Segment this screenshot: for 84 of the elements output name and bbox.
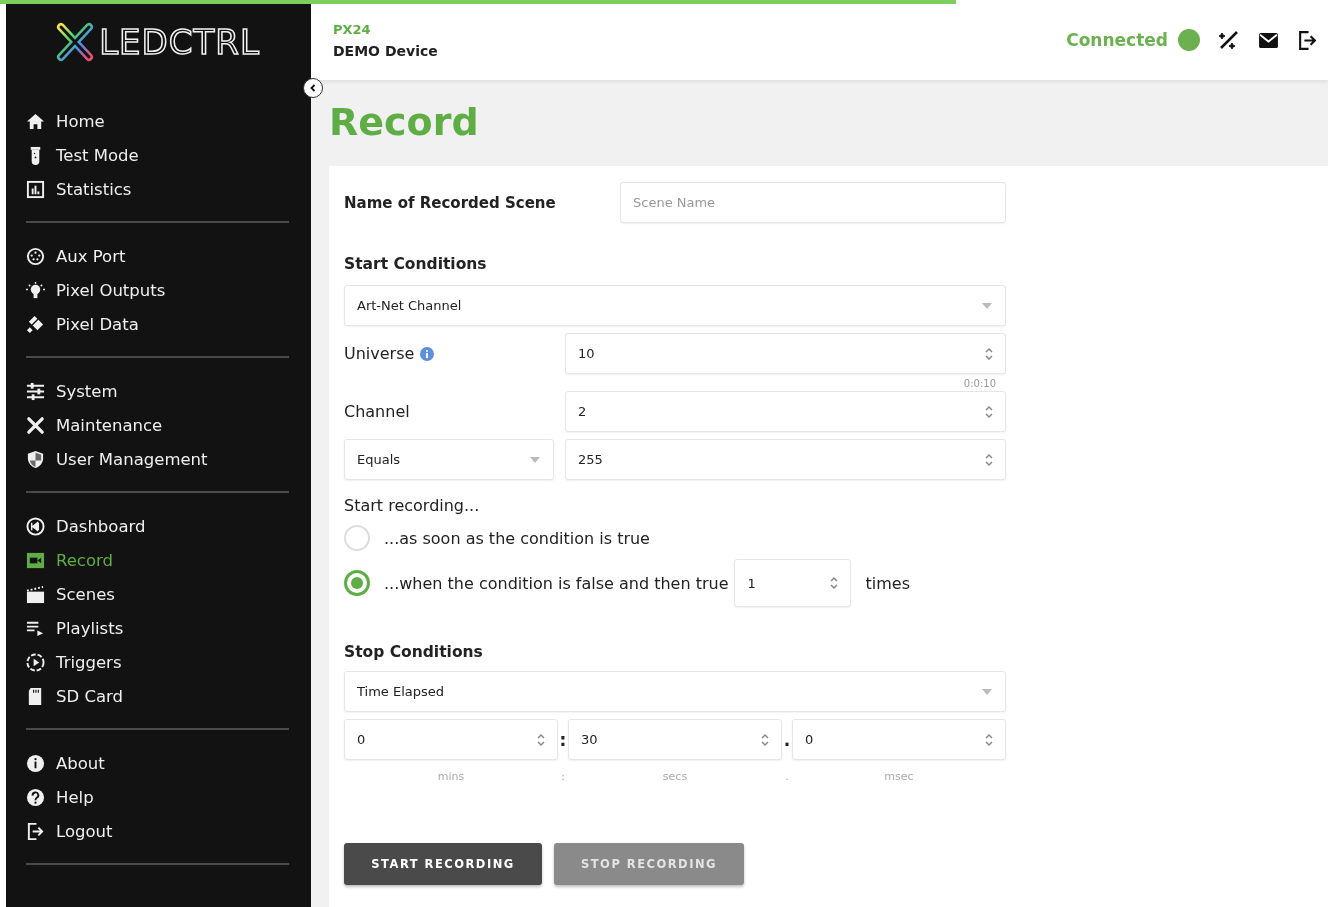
tools-icon (26, 415, 45, 435)
number-field[interactable]: 0 (344, 719, 558, 760)
sliders-icon (26, 381, 45, 401)
nav-item[interactable]: About (26, 748, 289, 778)
number-field[interactable]: 10 (565, 333, 1006, 374)
section-heading: Stop Conditions (344, 643, 484, 661)
nav-item[interactable]: Pixel Outputs (26, 275, 289, 305)
page-title: Record (329, 100, 480, 144)
scene-name-field[interactable]: Scene Name (620, 182, 1006, 223)
nav-item[interactable]: Logout (26, 816, 289, 846)
nav-item[interactable]: System (26, 376, 289, 406)
field-label: Name of Recorded Scene (344, 193, 556, 212)
info-icon (26, 753, 45, 773)
caret-icon (981, 687, 993, 696)
spinner-icon (537, 732, 545, 747)
nav-item[interactable]: Statistics (26, 174, 289, 204)
x-logo-icon (55, 22, 96, 62)
number-field[interactable]: 0 (792, 719, 1006, 760)
number-field[interactable]: 30 (568, 719, 782, 760)
device-name: DEMO Device (333, 42, 438, 59)
nav-item[interactable]: User Management (26, 444, 289, 474)
spinner-icon (985, 404, 993, 419)
light-bulb-icon (26, 280, 45, 300)
separator: . (782, 729, 792, 750)
spinner-icon (830, 576, 839, 590)
spinner-icon (985, 346, 993, 361)
option-suffix: times (865, 573, 910, 593)
unit-label: msec (883, 770, 915, 783)
number-field[interactable]: 1 (734, 559, 852, 607)
nav-item[interactable]: Dashboard (26, 511, 289, 541)
info-icon (420, 346, 435, 361)
magic-wand-icon[interactable] (1218, 29, 1240, 51)
unit-label: mins (436, 770, 466, 783)
device-model: PX24 (333, 21, 372, 37)
nav-item[interactable]: Pixel Data (26, 309, 289, 339)
field-label: Universe (344, 344, 415, 363)
spinner-icon (985, 452, 993, 467)
separator: : (560, 770, 566, 783)
spinner-icon (985, 732, 993, 747)
separator: : (558, 729, 568, 750)
help-icon (26, 787, 45, 807)
dropdown[interactable]: Time Elapsed (344, 671, 1006, 712)
nav-item[interactable]: Playlists (26, 613, 289, 643)
number-field[interactable]: 255 (565, 439, 1006, 480)
nav-item[interactable]: SD Card (26, 681, 289, 711)
dropdown[interactable]: Equals (344, 439, 554, 480)
nav-item[interactable]: Test Mode (26, 140, 289, 170)
connection-status: Connected (1066, 30, 1168, 50)
spinner-icon (761, 732, 769, 747)
shield-icon (26, 449, 45, 469)
logo-wordmark: LEDCTRL (99, 22, 260, 62)
unit-label: secs (661, 770, 689, 783)
logout-icon[interactable] (1297, 29, 1318, 51)
nav-item[interactable]: Home (26, 106, 289, 136)
separator: . (784, 770, 790, 783)
nav-item[interactable]: Maintenance (26, 410, 289, 440)
nav-item[interactable]: Aux Port (26, 241, 289, 271)
chevron-left-icon (308, 83, 318, 93)
nav-item[interactable]: Scenes (26, 579, 289, 609)
record-button[interactable]: START RECORDING (344, 843, 542, 885)
skip-icon (26, 516, 45, 536)
nav-item[interactable]: Record (26, 545, 289, 575)
home-icon (26, 111, 45, 131)
video-camera-icon (26, 550, 45, 570)
dropdown[interactable]: Art-Net Channel (344, 285, 1006, 326)
caret-icon (529, 455, 541, 464)
radio-button[interactable] (344, 570, 370, 596)
option-label: ...as soon as the condition is true (384, 528, 650, 548)
play-circle-icon (26, 652, 45, 672)
prompt-text: Start recording... (344, 496, 481, 515)
logout-icon (26, 821, 45, 841)
nav-item[interactable]: Triggers (26, 647, 289, 677)
field-label: Channel (344, 402, 411, 421)
mail-icon[interactable] (1258, 31, 1279, 49)
caret-icon (981, 301, 993, 310)
collapse-button[interactable] (303, 78, 323, 98)
connector-icon (26, 246, 45, 266)
option-label: ...when the condition is false and then true (384, 573, 729, 593)
clapperboard-icon (26, 584, 45, 604)
number-field[interactable]: 2 (565, 391, 1006, 432)
nav-item[interactable]: Help (26, 782, 289, 812)
section-heading: Start Conditions (344, 255, 488, 273)
bar-chart-icon (26, 179, 45, 199)
hint-text: 0:0:10 (963, 378, 996, 389)
